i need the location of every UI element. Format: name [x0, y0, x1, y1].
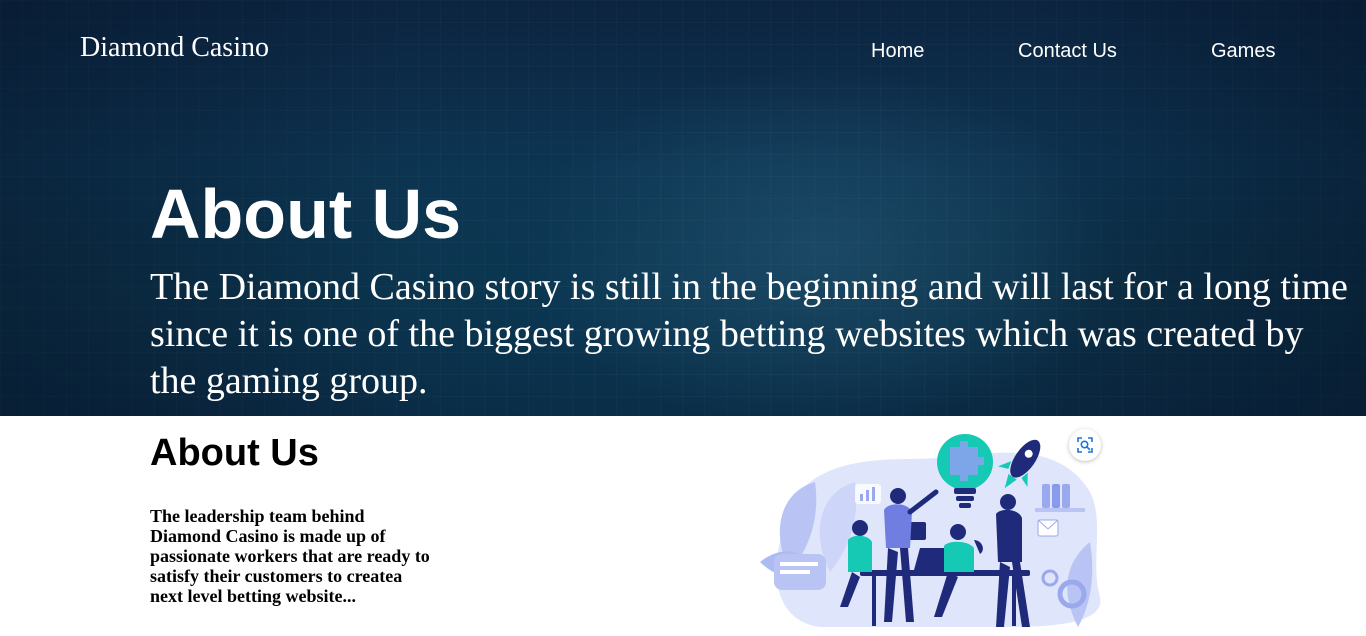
nav-contact-link[interactable]: Contact Us — [1018, 40, 1117, 63]
site-brand[interactable]: Diamond Casino — [80, 32, 269, 64]
about-section-title: About Us — [150, 432, 319, 474]
nav-home-link[interactable]: Home — [871, 40, 924, 63]
hero-description: The Diamond Casino story is still in the… — [150, 266, 1348, 402]
nav-games-link[interactable]: Games — [1211, 40, 1275, 63]
hero-title: About Us — [150, 175, 462, 253]
image-search-icon — [1077, 437, 1093, 453]
image-search-button[interactable] — [1069, 429, 1101, 461]
hero-banner: Diamond Casino Home Contact Us Games Abo… — [0, 0, 1366, 416]
about-section-text: The leadership team behind Diamond Casin… — [150, 506, 430, 606]
team-meeting-illustration — [760, 434, 1101, 627]
